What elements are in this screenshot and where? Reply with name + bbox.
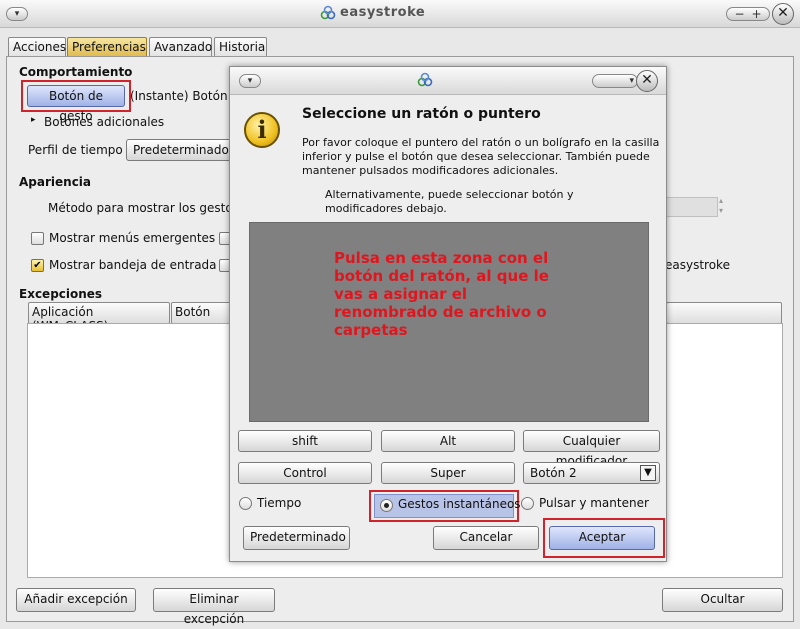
column-header-extra[interactable] bbox=[666, 302, 782, 324]
tray-checkbox[interactable]: ✔ bbox=[31, 259, 44, 272]
spinner-arrows-icon[interactable]: ▴ ▾ bbox=[719, 196, 723, 216]
select-device-dialog: ▾ ▾ ✕ i Seleccione un ratón o puntero Po… bbox=[229, 66, 667, 562]
main-titlebar[interactable]: ▾ easystroke − + ✕ bbox=[0, 0, 800, 28]
tab-acciones[interactable]: Acciones bbox=[8, 37, 66, 57]
dialog-instructions: Por favor coloque el puntero del ratón o… bbox=[302, 136, 660, 177]
info-icon: i bbox=[244, 112, 280, 148]
capture-note: Pulsa en esta zona con el botón del rató… bbox=[334, 249, 549, 339]
remove-exception-button[interactable]: Eliminar excepción bbox=[153, 588, 275, 626]
alt-toggle-button[interactable]: Alt bbox=[381, 430, 515, 452]
time-profile-label: Perfil de tiempo bbox=[28, 143, 123, 157]
tray-suffix-label: easystroke bbox=[665, 258, 730, 272]
mode-time-label: Tiempo bbox=[257, 496, 302, 510]
button-number-value: Botón 2 bbox=[530, 466, 577, 480]
any-modifier-toggle-button[interactable]: Cualquier modificador bbox=[523, 430, 660, 468]
tray-label: Mostrar bandeja de entrada bbox=[49, 258, 217, 272]
window-menu-button[interactable]: ▾ bbox=[6, 7, 28, 21]
maximize-icon[interactable]: + bbox=[751, 8, 761, 20]
control-toggle-button[interactable]: Control bbox=[238, 462, 372, 484]
exceptions-heading: Excepciones bbox=[19, 287, 103, 301]
close-icon: ✕ bbox=[641, 72, 653, 88]
popup-menus-label: Mostrar menús emergentes ( bbox=[49, 231, 224, 245]
cancel-button[interactable]: Cancelar bbox=[433, 526, 539, 550]
easystroke-logo-icon bbox=[320, 5, 336, 20]
pointer-capture-area[interactable]: Pulsa en esta zona con el botón del rató… bbox=[249, 222, 649, 422]
minimize-icon[interactable]: − bbox=[734, 8, 744, 20]
accept-button[interactable]: Aceptar bbox=[549, 526, 655, 550]
behavior-heading: Comportamiento bbox=[19, 65, 133, 79]
appearance-heading: Apariencia bbox=[19, 175, 92, 189]
default-button[interactable]: Predeterminado bbox=[243, 526, 350, 550]
display-method-select[interactable] bbox=[666, 197, 718, 217]
mode-time-radio[interactable] bbox=[239, 497, 252, 510]
gesture-button-description: (Instante) Botón 2 bbox=[130, 89, 240, 103]
extra-buttons-expander[interactable]: Botones adicionales bbox=[44, 115, 164, 129]
gesture-button[interactable]: Botón de gesto bbox=[27, 85, 125, 123]
close-icon: ✕ bbox=[777, 5, 789, 21]
dialog-alternative-text: Alternativamente, puede seleccionar botó… bbox=[325, 188, 574, 215]
time-profile-select[interactable]: Predeterminado bbox=[126, 139, 236, 161]
column-header-button[interactable]: Botón bbox=[171, 302, 231, 324]
dialog-heading: Seleccione un ratón o puntero bbox=[302, 106, 541, 122]
close-window-button[interactable]: ✕ bbox=[772, 3, 794, 25]
mode-hold-label: Pulsar y mantener bbox=[539, 496, 649, 510]
hide-button[interactable]: Ocultar bbox=[662, 588, 783, 612]
super-toggle-button[interactable]: Super bbox=[381, 462, 515, 484]
check-icon: ✔ bbox=[33, 260, 42, 271]
dialog-menu-button[interactable]: ▾ bbox=[239, 74, 261, 88]
column-header-application[interactable]: Aplicación (WM_CLASS) bbox=[28, 302, 170, 333]
tab-avanzado[interactable]: Avanzado bbox=[149, 37, 212, 57]
popup-menus-checkbox[interactable] bbox=[31, 232, 44, 245]
dialog-logo-icon bbox=[417, 72, 433, 87]
mode-instant-radio[interactable] bbox=[380, 499, 393, 512]
close-dialog-button[interactable]: ✕ bbox=[636, 70, 658, 92]
expander-arrow-icon[interactable]: ▸ bbox=[31, 115, 36, 125]
tab-historia[interactable]: Historia bbox=[214, 37, 267, 57]
window-controls[interactable]: − + bbox=[726, 7, 770, 21]
display-method-label: Método para mostrar los gestos bbox=[48, 201, 239, 215]
dialog-window-controls[interactable]: ▾ bbox=[592, 74, 638, 88]
dialog-titlebar[interactable]: ▾ ▾ ✕ bbox=[230, 67, 666, 95]
shift-toggle-button[interactable]: shift bbox=[238, 430, 372, 452]
chevron-down-icon[interactable]: ▼ bbox=[640, 465, 656, 481]
mode-hold-radio[interactable] bbox=[521, 497, 534, 510]
add-exception-button[interactable]: Añadir excepción bbox=[16, 588, 136, 612]
tab-preferencias[interactable]: Preferencias bbox=[67, 37, 147, 57]
window-title: easystroke bbox=[340, 5, 426, 20]
mode-instant-label: Gestos instantáneos bbox=[398, 497, 521, 511]
